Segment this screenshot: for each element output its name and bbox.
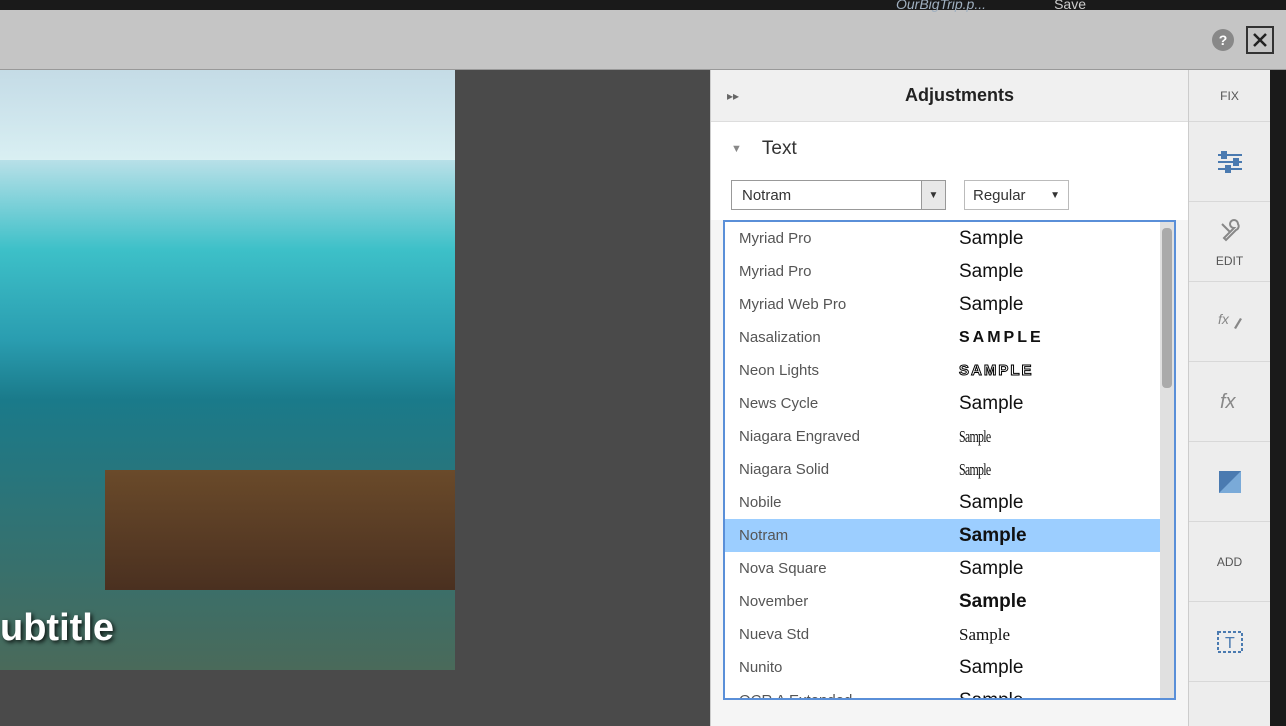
- font-option-sample: Sample: [959, 625, 1160, 645]
- font-option-sample: Sample: [959, 525, 1160, 547]
- adjustments-title: Adjustments: [747, 85, 1172, 106]
- fx-brush-tool[interactable]: fx: [1189, 282, 1270, 362]
- font-option[interactable]: NobileSample: [725, 486, 1174, 519]
- font-option[interactable]: Nova SquareSample: [725, 552, 1174, 585]
- edit-label: EDIT: [1216, 254, 1243, 268]
- canvas-image[interactable]: ubtitle: [0, 70, 455, 670]
- title-bar: ?: [0, 10, 1286, 70]
- tool-rail: FIX EDIT fx fx: [1188, 70, 1270, 726]
- close-icon: [1252, 32, 1268, 48]
- add-tool[interactable]: ADD: [1189, 522, 1270, 602]
- font-option[interactable]: Nueva StdSample: [725, 618, 1174, 651]
- font-option-name: Myriad Pro: [739, 263, 959, 280]
- right-panel: ▸▸ Adjustments ▼ Text Notram ▼ Regular ▼: [710, 70, 1270, 726]
- font-weight-select[interactable]: Regular ▼: [964, 180, 1069, 210]
- font-option[interactable]: News CycleSample: [725, 387, 1174, 420]
- scrollbar[interactable]: [1160, 222, 1174, 698]
- save-action[interactable]: Save: [1054, 0, 1086, 12]
- fx-icon: fx: [1214, 386, 1246, 418]
- app-top-bar: OurBigTrip.p... Save: [0, 0, 1286, 10]
- font-option[interactable]: NasalizationSAMPLE: [725, 321, 1174, 354]
- chevron-down-icon: ▼: [1050, 190, 1060, 201]
- adjustments-column: ▸▸ Adjustments ▼ Text Notram ▼ Regular ▼: [710, 70, 1188, 726]
- close-button[interactable]: [1246, 26, 1274, 54]
- chevron-down-icon: ▼: [921, 181, 945, 209]
- font-option[interactable]: NunitoSample: [725, 651, 1174, 684]
- edit-tool[interactable]: EDIT: [1189, 202, 1270, 282]
- font-option-name: Nobile: [739, 494, 959, 511]
- font-option-sample: Sample: [959, 294, 1160, 316]
- fix-label: FIX: [1220, 89, 1239, 103]
- window-right-edge: [1270, 70, 1286, 726]
- font-option[interactable]: NotramSample: [725, 519, 1174, 552]
- text-section-header[interactable]: ▼ Text: [711, 122, 1188, 170]
- font-option-name: News Cycle: [739, 395, 959, 412]
- text-frame-icon: T: [1214, 626, 1246, 658]
- workspace: ubtitle ▸▸ Adjustments ▼ Text Notram ▼ R…: [0, 70, 1286, 726]
- font-option[interactable]: OCR A ExtendedSample: [725, 684, 1174, 700]
- font-option-sample: Sample: [959, 492, 1160, 514]
- font-option-sample: Sample: [959, 393, 1160, 415]
- font-option-name: Myriad Pro: [739, 230, 959, 247]
- svg-text:fx: fx: [1220, 391, 1237, 413]
- font-option-name: OCR A Extended: [739, 692, 959, 700]
- font-option-sample: Sample: [959, 261, 1160, 283]
- subtitle-text-layer[interactable]: ubtitle: [0, 607, 114, 650]
- canvas-area[interactable]: ubtitle: [0, 70, 710, 726]
- font-option[interactable]: Neon LightsSAMPLE: [725, 354, 1174, 387]
- font-option-sample: SAMPLE: [959, 329, 1160, 347]
- font-controls: Notram ▼ Regular ▼: [711, 170, 1188, 220]
- font-option-sample: Sample: [959, 558, 1160, 580]
- document-filename: OurBigTrip.p...: [896, 0, 986, 12]
- font-option-name: Neon Lights: [739, 362, 959, 379]
- font-option-sample: Sample: [959, 228, 1160, 250]
- text-frame-tool[interactable]: T: [1189, 602, 1270, 682]
- font-option[interactable]: Myriad ProSample: [725, 222, 1174, 255]
- sliders-tool[interactable]: [1189, 122, 1270, 202]
- filter-square-icon: [1214, 466, 1246, 498]
- sliders-icon: [1214, 146, 1246, 178]
- font-option[interactable]: Myriad ProSample: [725, 255, 1174, 288]
- font-option-name: Nova Square: [739, 560, 959, 577]
- font-weight-value: Regular: [973, 187, 1026, 204]
- font-option-sample: SAMPLE: [959, 362, 1160, 379]
- wrench-icon: [1214, 216, 1246, 248]
- font-option-sample: Sample: [959, 427, 1100, 447]
- chevron-down-icon: ▼: [731, 143, 742, 155]
- adjustments-header: ▸▸ Adjustments: [711, 70, 1188, 122]
- font-option-name: Nunito: [739, 659, 959, 676]
- font-family-select[interactable]: Notram ▼: [731, 180, 946, 210]
- font-option-sample: Sample: [959, 657, 1160, 679]
- font-option-sample: Sample: [959, 690, 1160, 701]
- font-option-sample: Sample: [959, 591, 1160, 613]
- font-option[interactable]: Niagara SolidSample: [725, 453, 1174, 486]
- fix-tab[interactable]: FIX: [1189, 70, 1270, 122]
- help-icon[interactable]: ?: [1212, 29, 1234, 51]
- font-option-name: Nueva Std: [739, 626, 959, 643]
- font-dropdown-list[interactable]: Myriad ProSampleMyriad ProSampleMyriad W…: [723, 220, 1176, 700]
- font-option-name: Niagara Engraved: [739, 428, 959, 445]
- font-option-name: Niagara Solid: [739, 461, 959, 478]
- add-label: ADD: [1217, 555, 1242, 569]
- font-option-sample: Sample: [959, 460, 1100, 480]
- canvas-dock-shape: [105, 470, 455, 590]
- fx-brush-icon: fx: [1214, 306, 1246, 338]
- font-option[interactable]: Myriad Web ProSample: [725, 288, 1174, 321]
- font-option-name: Myriad Web Pro: [739, 296, 959, 313]
- font-option-name: Nasalization: [739, 329, 959, 346]
- svg-text:fx: fx: [1218, 311, 1230, 327]
- font-option[interactable]: Niagara EngravedSample: [725, 420, 1174, 453]
- font-family-value: Notram: [742, 187, 791, 204]
- scrollbar-thumb[interactable]: [1162, 228, 1172, 388]
- filter-tool[interactable]: [1189, 442, 1270, 522]
- svg-text:T: T: [1225, 635, 1235, 652]
- text-section-label: Text: [762, 138, 797, 160]
- font-option[interactable]: NovemberSample: [725, 585, 1174, 618]
- font-option-name: November: [739, 593, 959, 610]
- font-option-name: Notram: [739, 527, 959, 544]
- fx-tool[interactable]: fx: [1189, 362, 1270, 442]
- collapse-icon[interactable]: ▸▸: [727, 89, 747, 103]
